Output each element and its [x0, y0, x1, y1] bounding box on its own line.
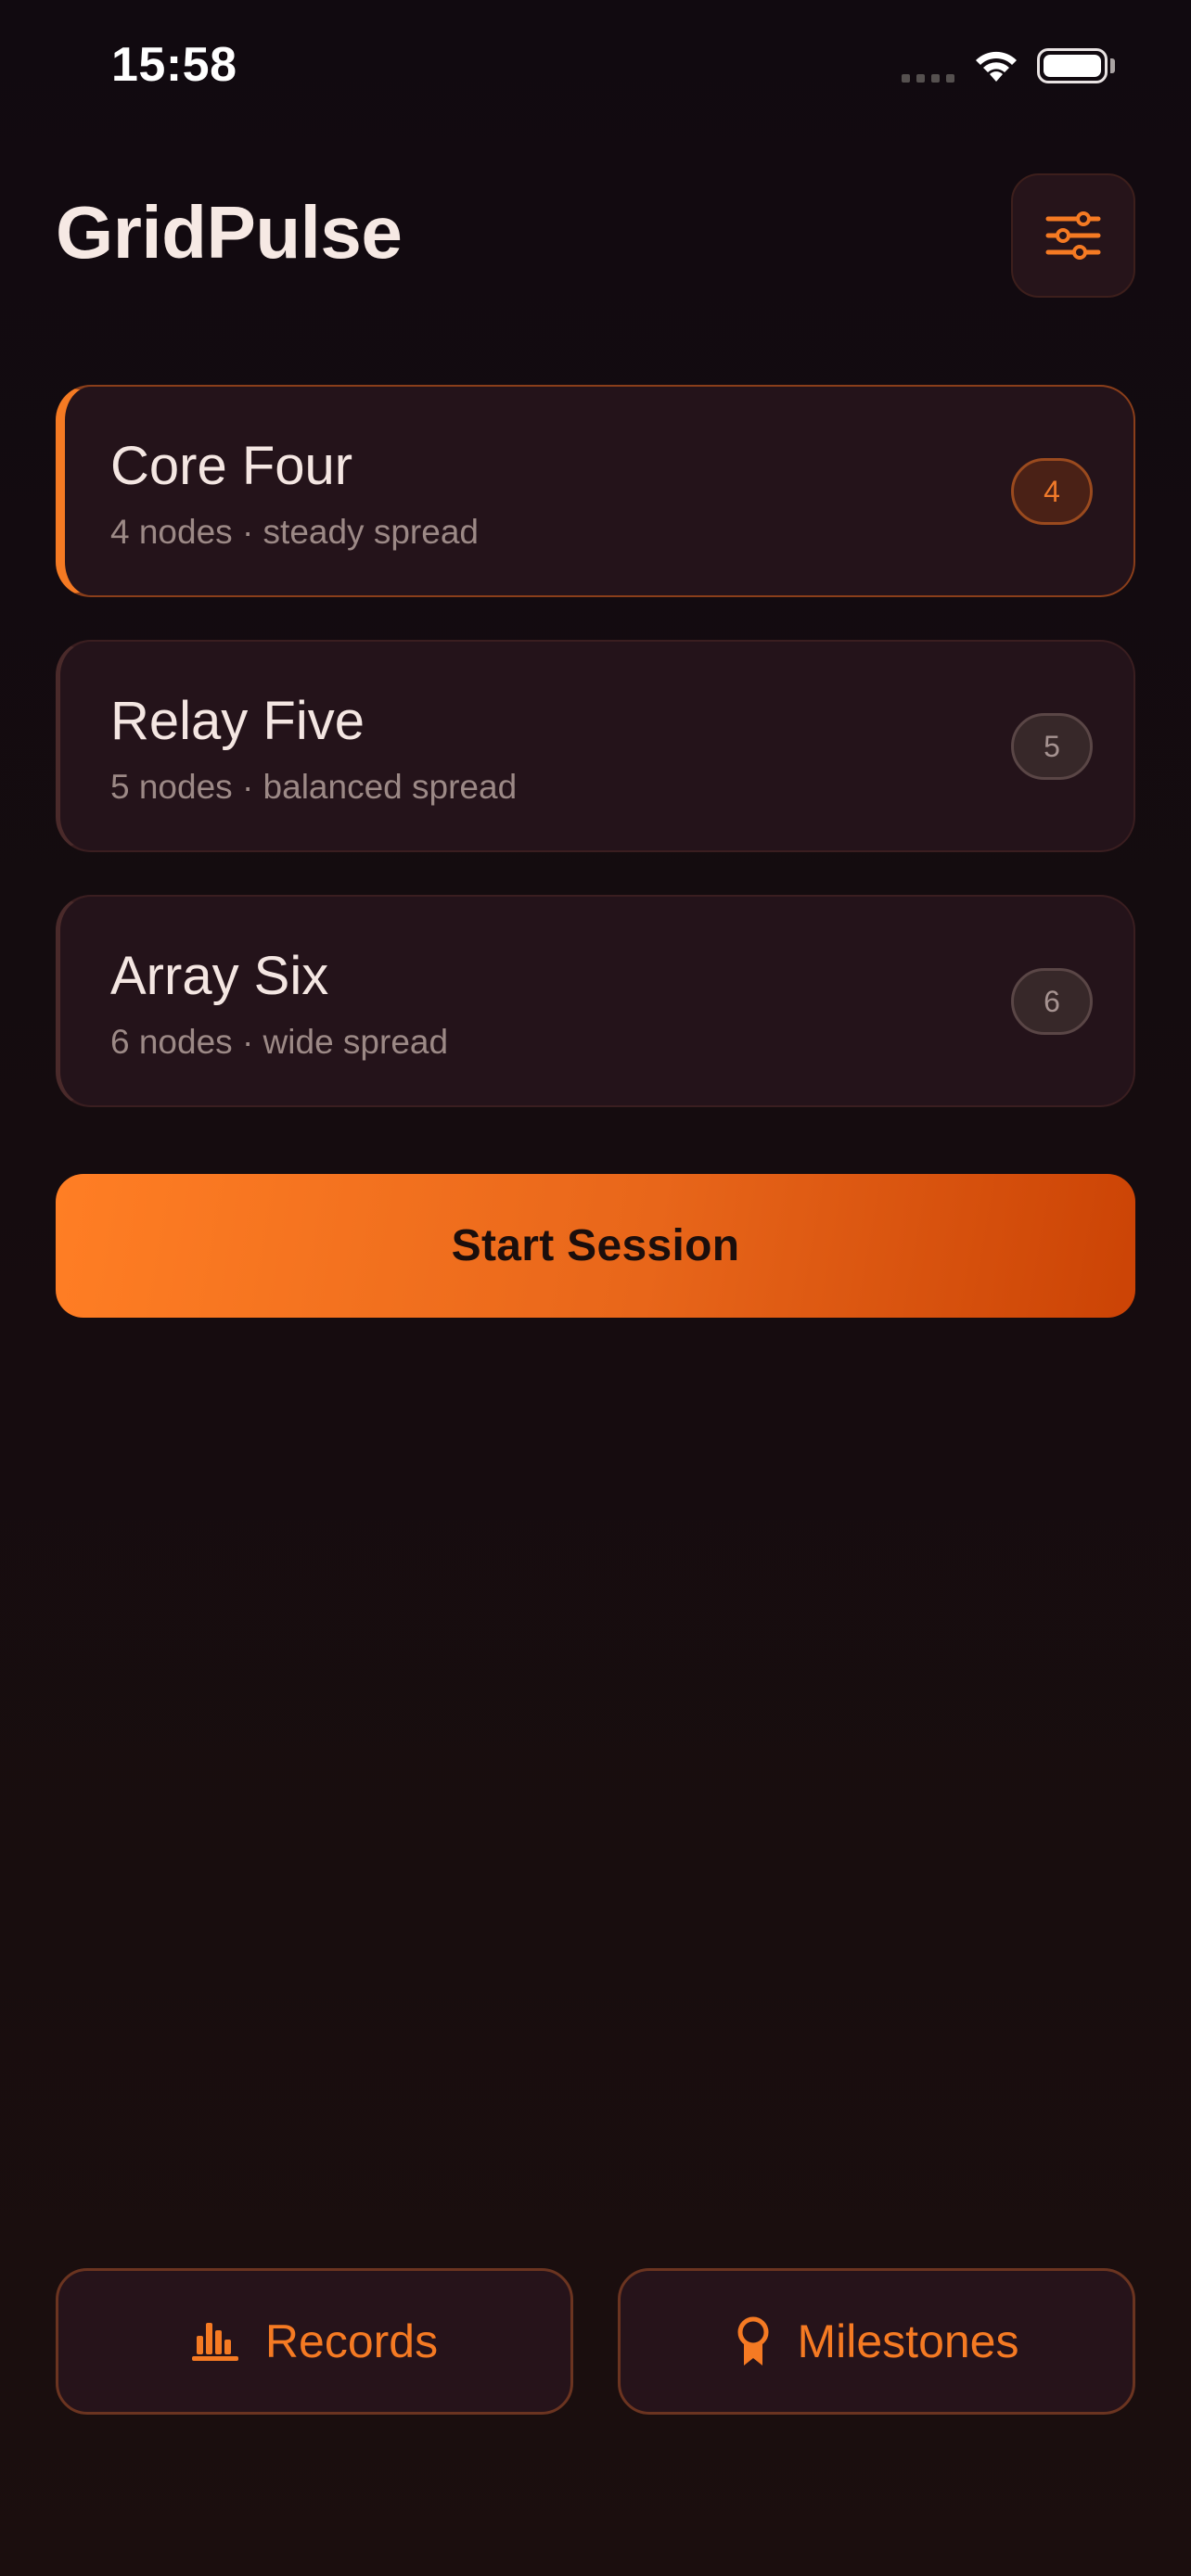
status-bar: 15:58 [0, 0, 1191, 130]
preset-card-array-six[interactable]: Array Six 6 nodes · wide spread 6 [56, 895, 1135, 1107]
node-count-badge: 4 [1011, 458, 1093, 525]
status-time: 15:58 [111, 38, 237, 92]
wifi-icon [976, 51, 1017, 82]
preset-description: 5 nodes · balanced spread [110, 768, 518, 806]
records-button[interactable]: Records [56, 2268, 573, 2415]
preset-card-relay-five[interactable]: Relay Five 5 nodes · balanced spread 5 [56, 640, 1135, 852]
milestones-button[interactable]: Milestones [618, 2268, 1135, 2415]
settings-button[interactable] [1011, 173, 1135, 298]
preset-name: Core Four [110, 436, 353, 496]
node-count-badge: 6 [1011, 968, 1093, 1035]
preset-list: Core Four 4 nodes · steady spread 4 Rela… [56, 385, 1135, 1150]
preset-name: Relay Five [110, 691, 365, 751]
node-count-badge: 5 [1011, 713, 1093, 780]
bottom-nav: Records Milestones [56, 2268, 1135, 2415]
preset-name: Array Six [110, 946, 329, 1006]
award-ribbon-icon [735, 2315, 772, 2367]
sliders-icon [1045, 211, 1101, 260]
preset-card-core-four[interactable]: Core Four 4 nodes · steady spread 4 [56, 385, 1135, 597]
cellular-signal-icon [902, 74, 954, 83]
battery-cap [1110, 58, 1115, 73]
app-title: GridPulse [56, 191, 403, 274]
preset-description: 4 nodes · steady spread [110, 513, 479, 551]
bar-chart-icon [191, 2321, 239, 2362]
preset-description: 6 nodes · wide spread [110, 1023, 449, 1061]
start-session-button[interactable]: Start Session [56, 1174, 1135, 1318]
battery-icon [1037, 48, 1108, 83]
records-label: Records [264, 2315, 439, 2367]
milestones-label: Milestones [797, 2315, 1019, 2367]
